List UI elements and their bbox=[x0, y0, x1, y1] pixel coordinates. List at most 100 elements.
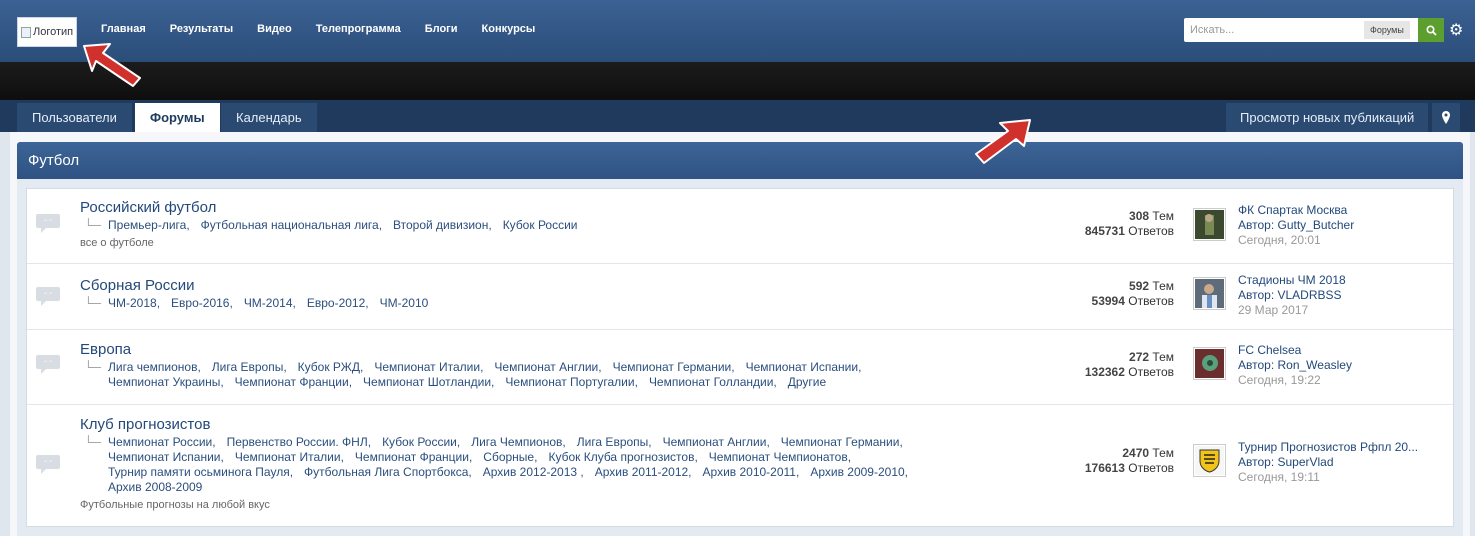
subforum-link[interactable]: Кубок РЖД, bbox=[298, 360, 364, 374]
subforum-link[interactable]: Второй дивизион, bbox=[393, 218, 492, 232]
topic-label: Тем bbox=[1152, 446, 1174, 460]
section-title: Футбол bbox=[17, 142, 1463, 179]
forum-description: все о футболе bbox=[80, 237, 154, 249]
nav-contests[interactable]: Конкурсы bbox=[482, 23, 536, 35]
subforum-link[interactable]: Евро-2016, bbox=[171, 296, 233, 310]
reply-count: 176613 bbox=[1084, 461, 1125, 475]
search-input[interactable] bbox=[1190, 21, 1360, 39]
subforum-link[interactable]: Кубок России bbox=[503, 218, 578, 232]
forum-title[interactable]: Сборная России bbox=[80, 277, 194, 294]
subforum-link[interactable]: Чемпионат Португалии, bbox=[505, 375, 638, 389]
gear-icon[interactable]: ⚙ bbox=[1449, 20, 1463, 40]
svg-text:“ ”: “ ” bbox=[44, 460, 52, 467]
forum-panel: “ ” Российский футбол └─ Премьер-лига, Фут… bbox=[17, 179, 1463, 536]
last-post-author[interactable]: Автор: SuperVlad bbox=[1238, 455, 1438, 470]
subforum-link[interactable]: Чемпионат Англии, bbox=[494, 360, 601, 374]
subforum-link[interactable]: Архив 2011-2012, bbox=[595, 465, 692, 479]
search-box: Форумы bbox=[1184, 18, 1444, 42]
forum-row: “ ” Клуб прогнозистов └─ Чемпионат России… bbox=[27, 405, 1453, 526]
topic-count: 272 bbox=[1129, 350, 1150, 364]
forum-read-icon: “ ” bbox=[36, 355, 60, 374]
subforum-list: └─ ЧМ-2018, Евро-2016, ЧМ-2014, Евро-2012, ЧМ… bbox=[84, 296, 934, 311]
subforum-link[interactable]: Чемпионат Германии, bbox=[781, 435, 903, 449]
forum-title[interactable]: Российский футбол bbox=[80, 199, 216, 216]
subforum-link[interactable]: Чемпионат Англии, bbox=[663, 435, 770, 449]
forum-title[interactable]: Клуб прогнозистов bbox=[80, 416, 210, 433]
search-button[interactable] bbox=[1418, 18, 1444, 42]
last-post-avatar[interactable] bbox=[1193, 208, 1226, 241]
subforum-link[interactable]: ЧМ-2014, bbox=[244, 296, 296, 310]
tab-calendar[interactable]: Календарь bbox=[221, 103, 317, 132]
last-post-avatar[interactable] bbox=[1193, 277, 1226, 310]
reply-label: Ответов bbox=[1128, 294, 1174, 308]
nav-results[interactable]: Результаты bbox=[170, 23, 233, 35]
header-dark-strip bbox=[0, 62, 1475, 100]
site-logo[interactable]: Логотип bbox=[17, 17, 77, 47]
subforum-list: └─ Чемпионат России, Первенство России. ФН… bbox=[84, 435, 934, 495]
forum-row: “ ” Российский футбол └─ Премьер-лига, Фут… bbox=[27, 189, 1453, 264]
last-post-info: Стадионы ЧМ 2018 Автор: VLADRBSS 29 Мар … bbox=[1238, 273, 1438, 318]
last-post-author[interactable]: Автор: Gutty_Butcher bbox=[1238, 218, 1438, 233]
subforum-link[interactable]: Лига Европы, bbox=[577, 435, 652, 449]
subforum-link[interactable]: Чемпионат Франции, bbox=[355, 450, 472, 464]
last-post-title[interactable]: Стадионы ЧМ 2018 bbox=[1238, 273, 1438, 288]
subforum-link[interactable]: Другие bbox=[788, 375, 826, 389]
subforum-link[interactable]: Чемпионат Чемпионатов, bbox=[709, 450, 851, 464]
tab-users[interactable]: Пользователи bbox=[17, 103, 132, 132]
subforum-link[interactable]: Чемпионат Испании, bbox=[746, 360, 862, 374]
subforum-link[interactable]: Чемпионат Франции, bbox=[235, 375, 352, 389]
last-post-title[interactable]: ФК Спартак Москва bbox=[1238, 203, 1438, 218]
subforum-link[interactable]: Сборные, bbox=[483, 450, 537, 464]
last-post-avatar[interactable] bbox=[1193, 347, 1226, 380]
last-post-date: Сегодня, 19:22 bbox=[1238, 373, 1321, 387]
topic-label: Тем bbox=[1152, 350, 1174, 364]
last-post-title[interactable]: FC Chelsea bbox=[1238, 343, 1438, 358]
forum-list: “ ” Российский футбол └─ Премьер-лига, Фут… bbox=[26, 188, 1454, 527]
last-post-author[interactable]: Автор: VLADRBSS bbox=[1238, 288, 1438, 303]
subforum-link[interactable]: Чемпионат Голландии, bbox=[649, 375, 777, 389]
tab-forums[interactable]: Форумы bbox=[135, 103, 220, 132]
subforum-link[interactable]: Архив 2009-2010, bbox=[810, 465, 908, 479]
subforum-link[interactable]: Турнир памяти осьминога Пауля, bbox=[108, 465, 293, 479]
subforum-link[interactable]: Евро-2012, bbox=[307, 296, 369, 310]
subforum-link[interactable]: Архив 2008-2009 bbox=[108, 480, 202, 494]
location-pin-icon[interactable] bbox=[1432, 103, 1460, 132]
annotation-arrow-icon bbox=[83, 43, 141, 87]
subforum-link[interactable]: ЧМ-2010 bbox=[380, 296, 429, 310]
subforum-link[interactable]: ЧМ-2018, bbox=[108, 296, 160, 310]
nav-tv[interactable]: Телепрограмма bbox=[316, 23, 401, 35]
subforum-link[interactable]: Чемпионат России, bbox=[108, 435, 216, 449]
subforum-link[interactable]: Лига Чемпионов, bbox=[471, 435, 566, 449]
subforum-link[interactable]: Лига чемпионов, bbox=[108, 360, 201, 374]
last-post-avatar[interactable] bbox=[1193, 444, 1226, 477]
subforum-link[interactable]: Лига Европы, bbox=[212, 360, 287, 374]
subforum-link[interactable]: Чемпионат Германии, bbox=[613, 360, 735, 374]
nav-blogs[interactable]: Блоги bbox=[425, 23, 458, 35]
subforum-link[interactable]: Архив 2012-2013 , bbox=[483, 465, 584, 479]
subforum-link[interactable]: Чемпионат Шотландии, bbox=[363, 375, 494, 389]
subforum-link[interactable]: Чемпионат Италии, bbox=[235, 450, 344, 464]
last-post-author[interactable]: Автор: Ron_Weasley bbox=[1238, 358, 1438, 373]
forum-read-icon: “ ” bbox=[36, 214, 60, 233]
subforum-link[interactable]: Чемпионат Италии, bbox=[374, 360, 483, 374]
topic-count: 308 bbox=[1129, 209, 1150, 223]
search-scope[interactable]: Форумы bbox=[1364, 21, 1410, 39]
subforum-link[interactable]: Кубок Клуба прогнозистов, bbox=[548, 450, 697, 464]
subforum-link[interactable]: Чемпионат Испании, bbox=[108, 450, 224, 464]
topic-count: 2470 bbox=[1122, 446, 1150, 460]
reply-label: Ответов bbox=[1128, 224, 1174, 238]
subforum-branch-icon: └─ bbox=[84, 218, 102, 232]
subforum-link[interactable]: Футбольная национальная лига, bbox=[201, 218, 382, 232]
last-post-title[interactable]: Турнир Прогнозистов Рфпл 20... bbox=[1238, 440, 1438, 455]
subforum-link[interactable]: Первенство России. ФНЛ, bbox=[227, 435, 371, 449]
nav-video[interactable]: Видео bbox=[257, 23, 292, 35]
nav-home[interactable]: Главная bbox=[101, 23, 146, 35]
subforum-link[interactable]: Премьер-лига, bbox=[108, 218, 190, 232]
last-post-info: ФК Спартак Москва Автор: Gutty_Butcher С… bbox=[1238, 203, 1438, 248]
subforum-link[interactable]: Чемпионат Украины, bbox=[108, 375, 224, 389]
subforum-link[interactable]: Футбольная Лига Спортбокса, bbox=[304, 465, 472, 479]
subforum-link[interactable]: Архив 2010-2011, bbox=[703, 465, 800, 479]
new-posts-button[interactable]: Просмотр новых публикаций bbox=[1226, 103, 1429, 132]
subforum-link[interactable]: Кубок России, bbox=[382, 435, 460, 449]
forum-title[interactable]: Европа bbox=[80, 341, 131, 358]
